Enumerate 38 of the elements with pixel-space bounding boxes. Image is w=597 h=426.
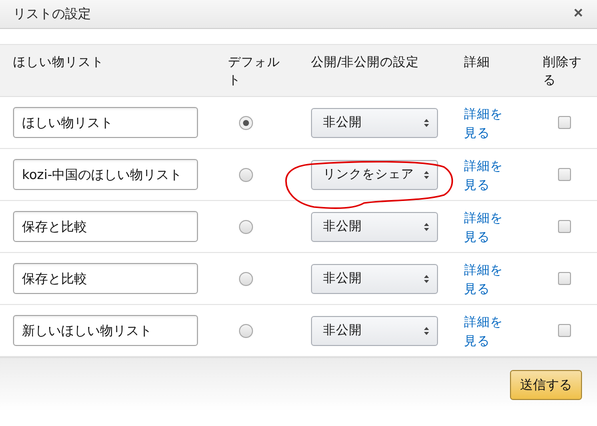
privacy-select[interactable]: 非公開 xyxy=(311,108,438,138)
default-radio[interactable] xyxy=(239,324,253,338)
default-radio[interactable] xyxy=(239,116,253,130)
list-name-field[interactable]: kozi-中国のほしい物リスト xyxy=(13,159,198,190)
column-header: ほしい物リスト xyxy=(13,53,105,71)
up-down-icon xyxy=(424,170,429,178)
list-name-field[interactable]: 保存と比較 xyxy=(13,211,198,242)
list-name-field[interactable]: 保存と比較 xyxy=(13,263,198,294)
column-header: 詳細 xyxy=(464,53,491,71)
default-radio[interactable] xyxy=(239,220,253,234)
default-radio[interactable] xyxy=(239,272,253,286)
privacy-select[interactable]: 非公開 xyxy=(311,264,438,294)
close-button[interactable]: × xyxy=(574,5,583,23)
column-header: 公開/非公開の設定 xyxy=(311,53,420,71)
default-radio[interactable] xyxy=(239,168,253,182)
list-name-field[interactable]: ほしい物リスト xyxy=(13,107,198,138)
details-link[interactable]: 詳細を見る xyxy=(464,260,504,298)
submit-button[interactable]: 送信する xyxy=(510,370,582,400)
up-down-icon xyxy=(424,222,429,230)
column-header: 削除する xyxy=(543,53,583,89)
up-down-icon xyxy=(424,118,429,126)
up-down-icon xyxy=(424,274,429,282)
delete-checkbox[interactable] xyxy=(558,168,571,181)
details-link[interactable]: 詳細を見る xyxy=(464,156,504,194)
details-link[interactable]: 詳細を見る xyxy=(464,208,504,246)
dialog-title: リストの設定 xyxy=(13,6,91,23)
up-down-icon xyxy=(424,326,429,334)
delete-checkbox[interactable] xyxy=(558,116,571,129)
delete-checkbox[interactable] xyxy=(558,324,571,337)
privacy-select[interactable]: 非公開 xyxy=(311,316,438,346)
list-name-field[interactable]: 新しいほしい物リスト xyxy=(13,315,198,346)
details-link[interactable]: 詳細を見る xyxy=(464,104,504,142)
column-header: デフォルト xyxy=(228,53,280,89)
privacy-select[interactable]: 非公開 xyxy=(311,212,438,242)
privacy-select[interactable]: リンクをシェア xyxy=(311,160,438,190)
delete-checkbox[interactable] xyxy=(558,220,571,233)
delete-checkbox[interactable] xyxy=(558,272,571,285)
details-link[interactable]: 詳細を見る xyxy=(464,312,504,350)
